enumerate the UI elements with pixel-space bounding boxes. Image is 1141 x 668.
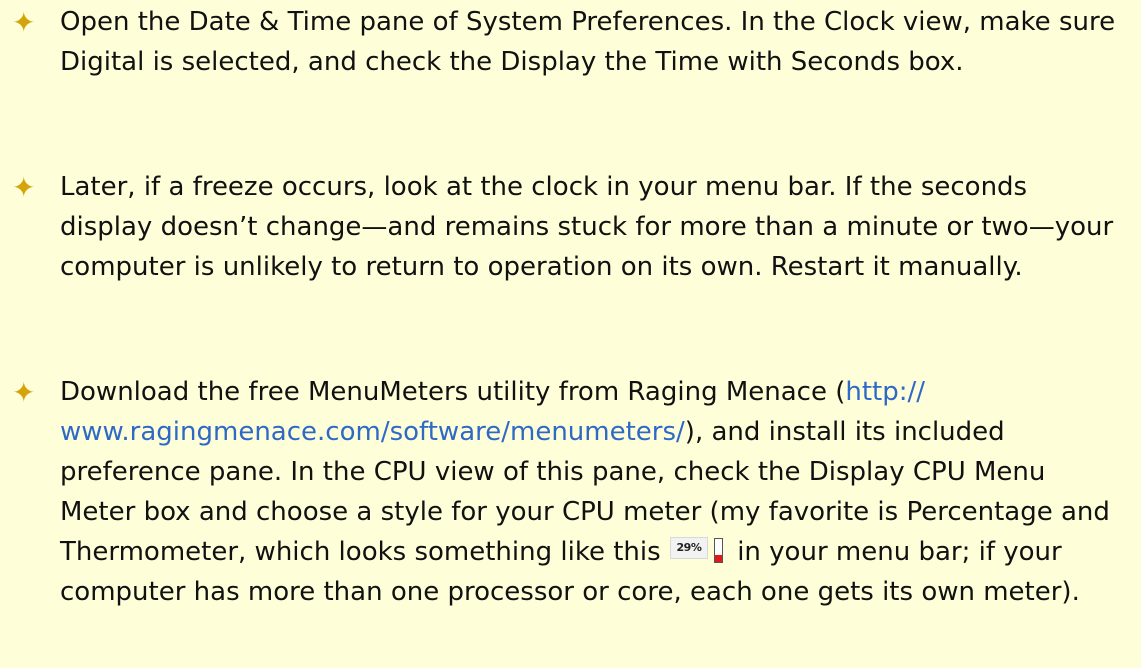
cpu-thermometer-icon xyxy=(713,538,723,563)
list-item: ✦ Download the free MenuMeters utility f… xyxy=(8,372,1122,612)
document-page: ✦ Open the Date & Time pane of System Pr… xyxy=(0,0,1141,668)
bullet-star-icon: ✦ xyxy=(12,6,36,39)
list-item: ✦ Open the Date & Time pane of System Pr… xyxy=(8,2,1122,82)
list-item: ✦ Later, if a freeze occurs, look at the… xyxy=(8,167,1122,287)
cpu-thermometer-fill xyxy=(714,555,722,562)
cpu-meter-percent: 29% xyxy=(669,537,708,559)
bullet-text: Open the Date & Time pane of System Pref… xyxy=(60,7,1116,77)
bullet-star-icon: ✦ xyxy=(12,376,36,409)
bullet-star-icon: ✦ xyxy=(12,171,36,204)
bullet-text-before-link: Download the free MenuMeters utility fro… xyxy=(60,377,846,407)
bullet-text: Later, if a freeze occurs, look at the c… xyxy=(60,172,1114,282)
cpu-meter-icon: 29% xyxy=(669,537,726,565)
